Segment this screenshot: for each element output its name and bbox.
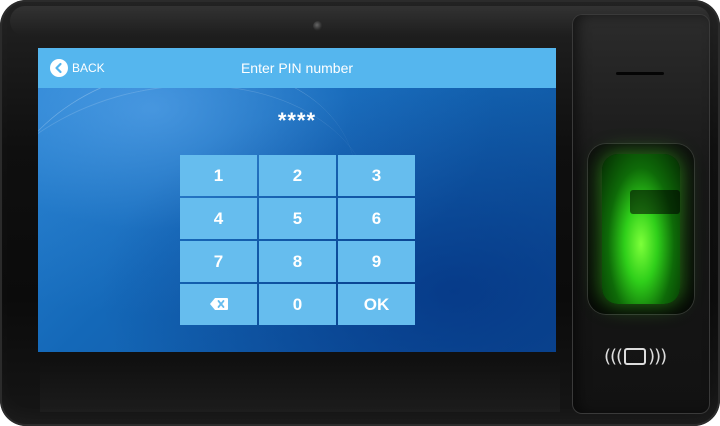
time-clock-device: BACK Enter PIN number **** 1 2 3 4 5 6 7… — [0, 0, 720, 426]
rfid-wave-right-icon: ))) — [648, 346, 667, 367]
rfid-card-shape — [624, 348, 647, 365]
key-3[interactable]: 3 — [338, 155, 415, 196]
key-4[interactable]: 4 — [180, 198, 257, 239]
key-2[interactable]: 2 — [259, 155, 336, 196]
key-5[interactable]: 5 — [259, 198, 336, 239]
reader-slot — [616, 72, 664, 75]
key-7[interactable]: 7 — [180, 241, 257, 282]
backspace-icon — [209, 295, 228, 315]
pin-display: **** — [277, 108, 317, 133]
key-delete[interactable] — [180, 284, 257, 325]
fingerprint-sensor[interactable] — [588, 144, 694, 314]
touch-screen: BACK Enter PIN number **** 1 2 3 4 5 6 7… — [38, 48, 556, 352]
page-title: Enter PIN number — [240, 60, 354, 76]
key-9[interactable]: 9 — [338, 241, 415, 282]
camera-lens — [313, 21, 323, 31]
key-1[interactable]: 1 — [180, 155, 257, 196]
fingerprint-glow — [602, 154, 680, 304]
key-8[interactable]: 8 — [259, 241, 336, 282]
sensor-prism — [630, 190, 680, 214]
bezel-reflection — [40, 362, 560, 412]
key-6[interactable]: 6 — [338, 198, 415, 239]
header-bar: BACK Enter PIN number — [38, 48, 556, 88]
biometric-reader-panel: ((( ))) — [572, 14, 710, 414]
key-0[interactable]: 0 — [259, 284, 336, 325]
rfid-wave-left-icon: ((( — [604, 346, 623, 367]
ok-button[interactable]: OK — [338, 284, 415, 325]
rfid-card-icon: ((( ))) — [604, 346, 667, 367]
pin-keypad: 1 2 3 4 5 6 7 8 9 0 OK — [180, 155, 415, 325]
